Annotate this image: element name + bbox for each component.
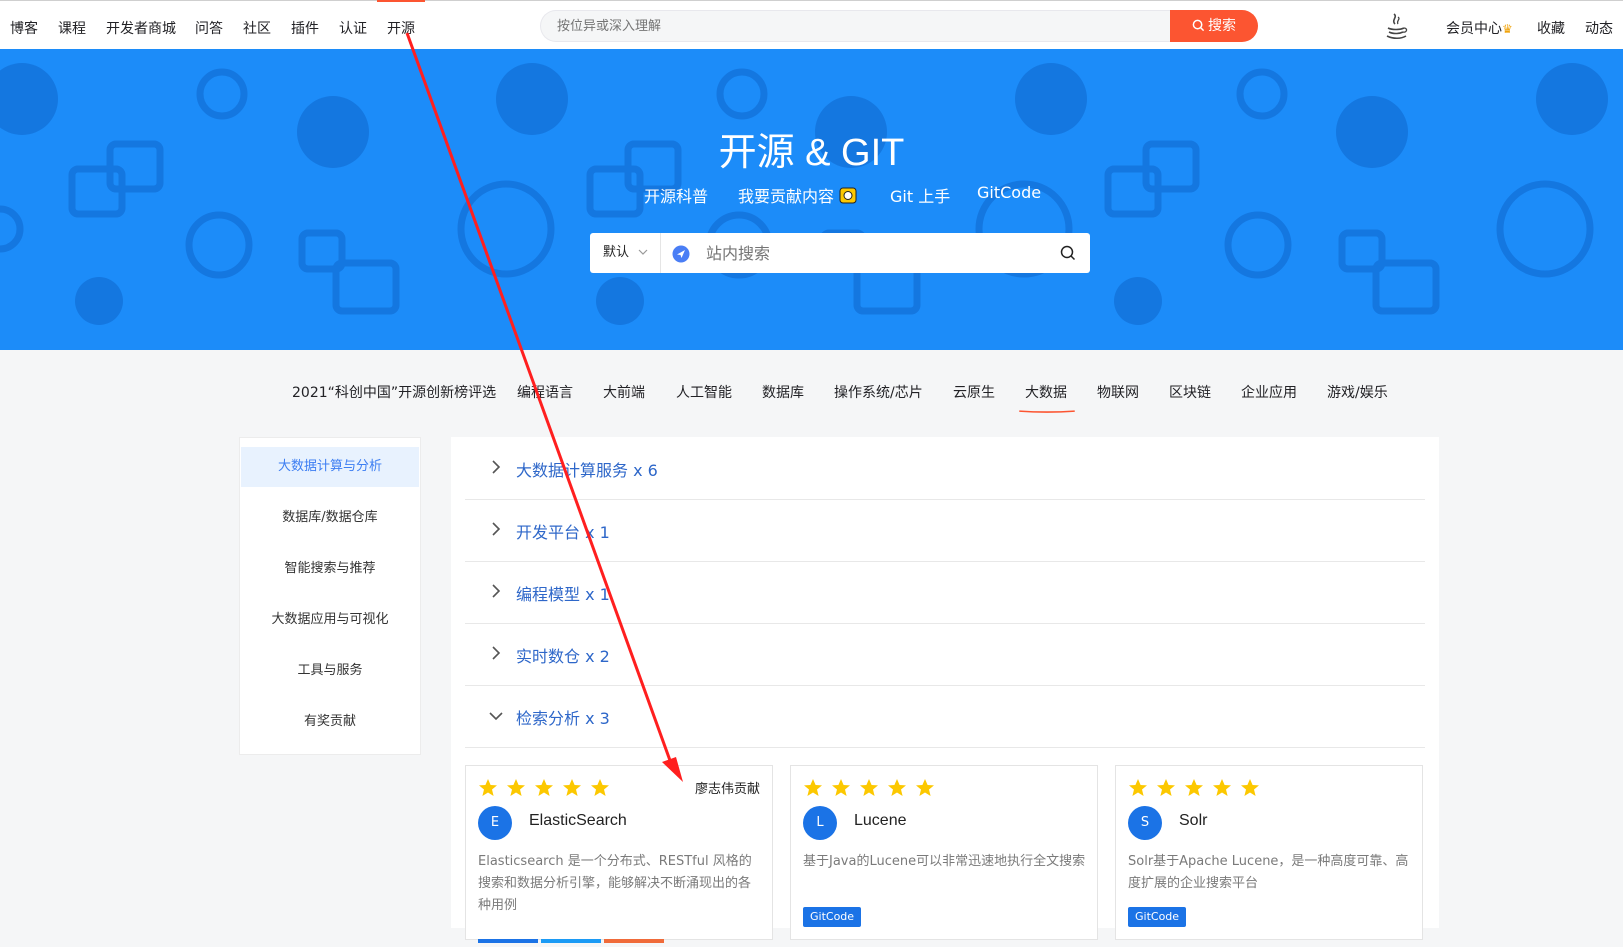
nav-member-center[interactable]: 会员中心♛ [1446, 18, 1513, 38]
chevron-down-icon [638, 249, 648, 255]
banner-link-intro[interactable]: 开源科普 [644, 183, 708, 207]
sidebar-item-visualization[interactable]: 大数据应用与可视化 [240, 600, 420, 640]
active-tab-underline [1019, 410, 1075, 413]
project-description: Elasticsearch 是一个分布式、RESTful 风格的搜索和数据分析引… [478, 854, 752, 913]
top-search-button[interactable]: 搜索 [1170, 10, 1258, 42]
search-icon [1192, 19, 1205, 32]
tab-big-data[interactable]: 大数据 [1025, 382, 1067, 402]
sidebar-item-search-recommend[interactable]: 智能搜索与推荐 [240, 549, 420, 589]
accordion-search-analytics[interactable]: 检索分析 x 3 [465, 685, 1425, 748]
hero-banner: 开源 & GIT 开源科普 我要贡献内容 Git 上手 GitCode 默认 [0, 49, 1623, 350]
subcategory-sidebar: 大数据计算与分析 数据库/数据仓库 智能搜索与推荐 大数据应用与可视化 工具与服… [239, 437, 421, 755]
java-coffee-icon[interactable] [1383, 12, 1409, 42]
contribute-badge-icon [839, 187, 857, 204]
tab-games[interactable]: 游戏/娱乐 [1327, 382, 1388, 402]
project-description: 基于Java的Lucene可以非常迅速地执行全文搜索 [803, 854, 1086, 869]
project-card-solr[interactable]: S Solr Solr基于Apache Lucene，是一种高度可靠、高度扩展的… [1115, 765, 1423, 940]
accordion-label: 实时数仓 x 2 [516, 647, 610, 666]
banner-link-gitcode[interactable]: GitCode [977, 183, 1041, 202]
chevron-right-icon [492, 646, 501, 660]
top-search: 搜索 [540, 10, 1258, 42]
tab-programming-languages[interactable]: 编程语言 [517, 382, 573, 402]
sidebar-item-data-warehouse[interactable]: 数据库/数据仓库 [240, 498, 420, 538]
nav-certification[interactable]: 认证 [339, 18, 367, 38]
accordion-programming-model[interactable]: 编程模型 x 1 [465, 561, 1425, 624]
rating-stars [1129, 779, 1259, 796]
top-search-button-label: 搜索 [1208, 18, 1236, 34]
chevron-right-icon [492, 522, 501, 536]
nav-blog[interactable]: 博客 [10, 18, 38, 38]
banner-link-contribute[interactable]: 我要贡献内容 [738, 183, 857, 207]
search-scope-value: 默认 [603, 245, 630, 260]
contributor-label[interactable]: 廖志伟贡献 [695, 778, 760, 797]
gitcode-tag[interactable]: GitCode [1128, 907, 1187, 927]
accordion-compute-services[interactable]: 大数据计算服务 x 6 [465, 437, 1425, 500]
project-name[interactable]: Solr [1179, 812, 1207, 830]
tag-chip[interactable] [478, 939, 538, 943]
project-tags [478, 928, 667, 947]
banner-link-contribute-label: 我要贡献内容 [738, 187, 835, 206]
accordion-realtime-warehouse[interactable]: 实时数仓 x 2 [465, 623, 1425, 686]
nav-courses[interactable]: 课程 [58, 18, 86, 38]
accordion-dev-platform[interactable]: 开发平台 x 1 [465, 499, 1425, 562]
project-description: Solr基于Apache Lucene，是一种高度可靠、高度扩展的企业搜索平台 [1128, 854, 1409, 891]
site-search-input[interactable] [704, 233, 1048, 275]
project-avatar: S [1128, 806, 1162, 840]
top-navbar: 博客 课程 开发者商城 问答 社区 插件 认证 开源 搜索 会员中心♛ 收藏 动… [0, 0, 1623, 49]
nav-plugins[interactable]: 插件 [291, 18, 319, 38]
tab-ai[interactable]: 人工智能 [676, 382, 732, 402]
chevron-right-icon [492, 460, 501, 474]
tab-database[interactable]: 数据库 [762, 382, 804, 402]
top-search-input[interactable] [540, 10, 1174, 42]
chevron-down-icon [489, 712, 503, 721]
nav-community[interactable]: 社区 [243, 18, 271, 38]
accordion-label: 编程模型 x 1 [516, 585, 610, 604]
search-scope-select[interactable]: 默认 [590, 233, 661, 273]
site-search: 默认 [590, 233, 1090, 275]
tag-chip[interactable] [604, 939, 664, 943]
tab-cloud-native[interactable]: 云原生 [953, 382, 995, 402]
nav-open-source[interactable]: 开源 [377, 0, 425, 38]
tab-frontend[interactable]: 大前端 [603, 382, 645, 402]
accordion-label: 检索分析 x 3 [516, 709, 610, 728]
rating-stars [804, 779, 934, 796]
nav-dev-store[interactable]: 开发者商城 [106, 18, 176, 38]
member-center-label: 会员中心 [1446, 21, 1502, 37]
chevron-right-icon [492, 584, 501, 598]
project-name[interactable]: ElasticSearch [529, 812, 627, 830]
crown-icon: ♛ [1502, 22, 1513, 36]
sidebar-item-rewarded-contribution[interactable]: 有奖贡献 [240, 702, 420, 742]
accordion-label: 开发平台 x 1 [516, 523, 610, 542]
nav-activity[interactable]: 动态 [1585, 18, 1613, 38]
compass-icon [672, 245, 690, 263]
nav-favorites[interactable]: 收藏 [1537, 18, 1565, 38]
project-name[interactable]: Lucene [854, 812, 907, 830]
sidebar-item-tools-services[interactable]: 工具与服务 [240, 651, 420, 691]
project-avatar: L [803, 806, 837, 840]
rating-stars [479, 779, 609, 796]
project-card-lucene[interactable]: L Lucene 基于Java的Lucene可以非常迅速地执行全文搜索 GitC… [790, 765, 1098, 940]
banner-link-git-start[interactable]: Git 上手 [890, 183, 950, 207]
banner-title: 开源 & GIT [718, 132, 905, 174]
sidebar-item-compute-analysis[interactable]: 大数据计算与分析 [241, 447, 419, 487]
tab-innovation-ranking[interactable]: 2021“科创中国”开源创新榜评选 [292, 382, 496, 402]
tag-chip[interactable] [541, 939, 601, 943]
search-icon[interactable] [1060, 245, 1076, 261]
tab-os-chips[interactable]: 操作系统/芯片 [834, 382, 923, 402]
accordion-label: 大数据计算服务 x 6 [516, 461, 658, 480]
tab-enterprise[interactable]: 企业应用 [1241, 382, 1297, 402]
project-card-elasticsearch[interactable]: 廖志伟贡献 E ElasticSearch Elasticsearch 是一个分… [465, 765, 773, 943]
tab-blockchain[interactable]: 区块链 [1169, 382, 1211, 402]
nav-qa[interactable]: 问答 [195, 18, 223, 38]
tab-iot[interactable]: 物联网 [1097, 382, 1139, 402]
gitcode-tag[interactable]: GitCode [803, 907, 862, 927]
project-avatar: E [478, 806, 512, 840]
